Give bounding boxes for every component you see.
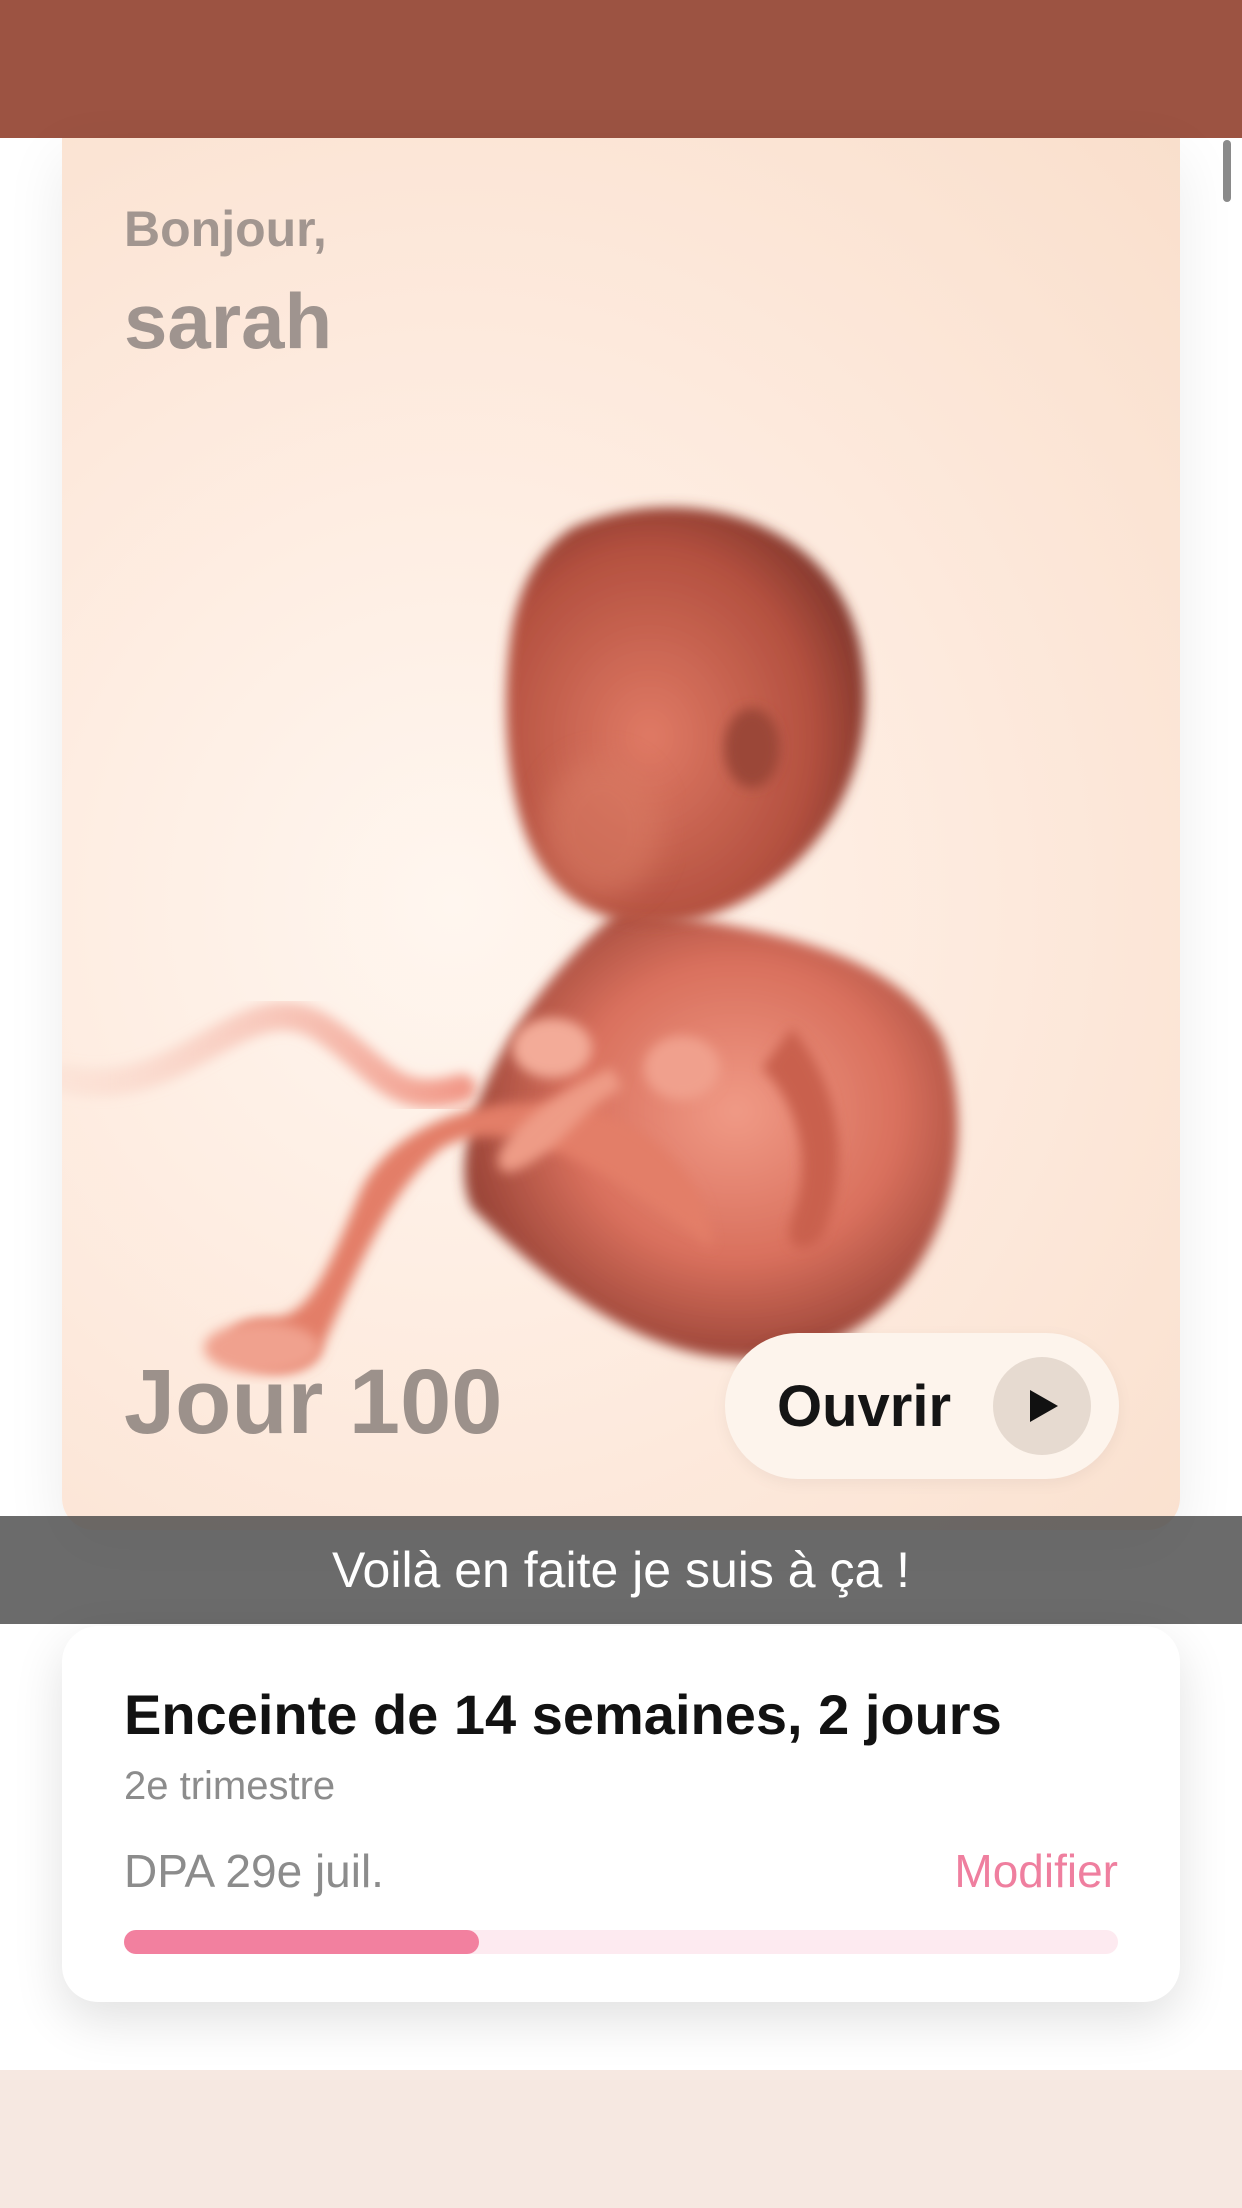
pregnancy-day-label: Jour 100: [124, 1351, 503, 1453]
fetus-illustration: [62, 507, 958, 1374]
pregnancy-info-card: Enceinte de 14 semaines, 2 jours 2e trim…: [62, 1626, 1180, 2002]
user-name: sarah: [124, 277, 333, 365]
status-bar: [0, 0, 1242, 138]
modify-due-date-link[interactable]: Modifier: [954, 1844, 1118, 1898]
pregnancy-progress-bar: [124, 1930, 1118, 1954]
open-button[interactable]: Ouvrir: [725, 1333, 1119, 1479]
bottom-section-background: [0, 2070, 1242, 2208]
caption-text: Voilà en faite je suis à ça !: [331, 1542, 911, 1598]
baby-development-card[interactable]: Bonjour, sarah Jour 100 Ouvrir: [62, 138, 1180, 1530]
caption-overlay: Voilà en faite je suis à ça !: [0, 1516, 1242, 1624]
pregnancy-progress-fill: [124, 1930, 479, 1954]
open-button-label: Ouvrir: [777, 1374, 952, 1439]
scroll-indicator[interactable]: [1223, 140, 1231, 202]
pregnancy-duration-title: Enceinte de 14 semaines, 2 jours: [124, 1683, 1002, 1746]
greeting-text: Bonjour,: [124, 201, 327, 257]
due-date-label: DPA 29e juil.: [124, 1845, 384, 1897]
trimester-label: 2e trimestre: [124, 1764, 336, 1808]
play-icon[interactable]: [993, 1357, 1091, 1455]
